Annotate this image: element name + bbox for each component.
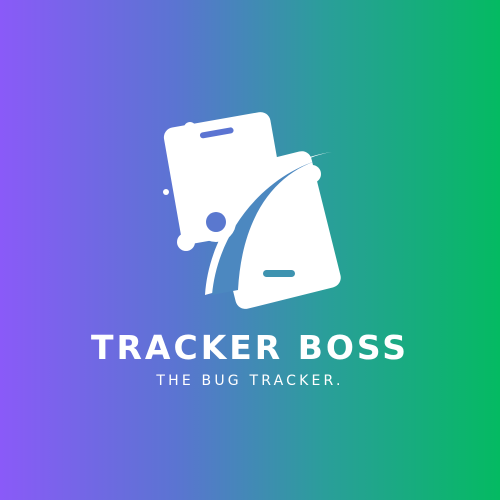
home-button-shape <box>263 270 295 277</box>
bubble-small <box>163 189 169 195</box>
phone-bug-icon <box>163 112 341 309</box>
logo-canvas: TRACKER BOSS THE BUG TRACKER. <box>0 0 500 500</box>
bubble-right <box>303 165 321 183</box>
bubble-left <box>177 233 195 251</box>
bubble-top <box>184 122 196 134</box>
bubble-mid <box>194 218 204 228</box>
brand-tagline: THE BUG TRACKER. <box>156 373 344 389</box>
bug-joint-inner <box>206 212 226 232</box>
brand-title: TRACKER BOSS <box>91 328 409 367</box>
